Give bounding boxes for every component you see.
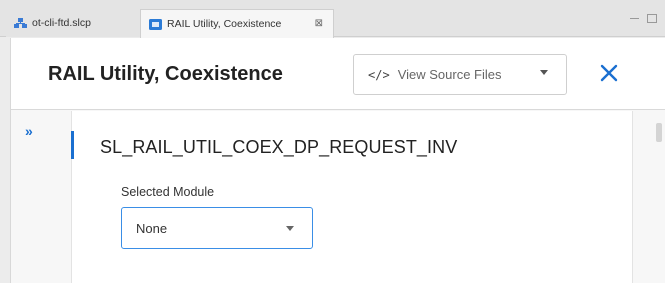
tab-label: ot-cli-ftd.slcp xyxy=(32,17,91,29)
tab-ot-cli-ftd[interactable]: ot-cli-ftd.slcp xyxy=(6,9,140,37)
close-button[interactable] xyxy=(595,59,623,87)
editor-tab-bar: ot-cli-ftd.slcp RAIL Utility, Coexistenc… xyxy=(0,0,665,38)
chevron-down-icon xyxy=(286,226,294,231)
view-source-files-label: View Source Files xyxy=(397,67,502,82)
view-source-files-dropdown[interactable]: </> View Source Files xyxy=(353,54,567,95)
maximize-icon[interactable] xyxy=(647,14,657,23)
chevron-down-icon xyxy=(540,70,548,75)
section-title: SL_RAIL_UTIL_COEX_DP_REQUEST_INV xyxy=(100,137,458,157)
selected-module-label: Selected Module xyxy=(121,185,215,199)
close-icon xyxy=(600,64,618,82)
project-icon xyxy=(14,17,27,29)
close-tab-icon[interactable]: ⊠ xyxy=(315,18,323,29)
code-icon: </> xyxy=(368,67,390,82)
tab-label: RAIL Utility, Coexistence xyxy=(167,18,282,30)
component-editor-panel: RAIL Utility, Coexistence </> View Sourc… xyxy=(10,38,665,283)
tab-rail-utility-coexistence[interactable]: RAIL Utility, Coexistence ⊠ xyxy=(140,9,334,38)
select-value: None xyxy=(136,220,168,236)
section-accent-bar xyxy=(71,131,74,159)
page-title: RAIL Utility, Coexistence xyxy=(48,63,283,85)
minimize-icon[interactable] xyxy=(630,18,639,21)
window-controls xyxy=(630,14,657,23)
expand-sidebar-icon[interactable]: » xyxy=(25,123,33,139)
scrollbar[interactable] xyxy=(656,123,662,142)
component-icon xyxy=(149,18,162,30)
editor-header: RAIL Utility, Coexistence </> View Sourc… xyxy=(11,38,665,110)
selected-module-select[interactable]: None xyxy=(121,207,313,249)
